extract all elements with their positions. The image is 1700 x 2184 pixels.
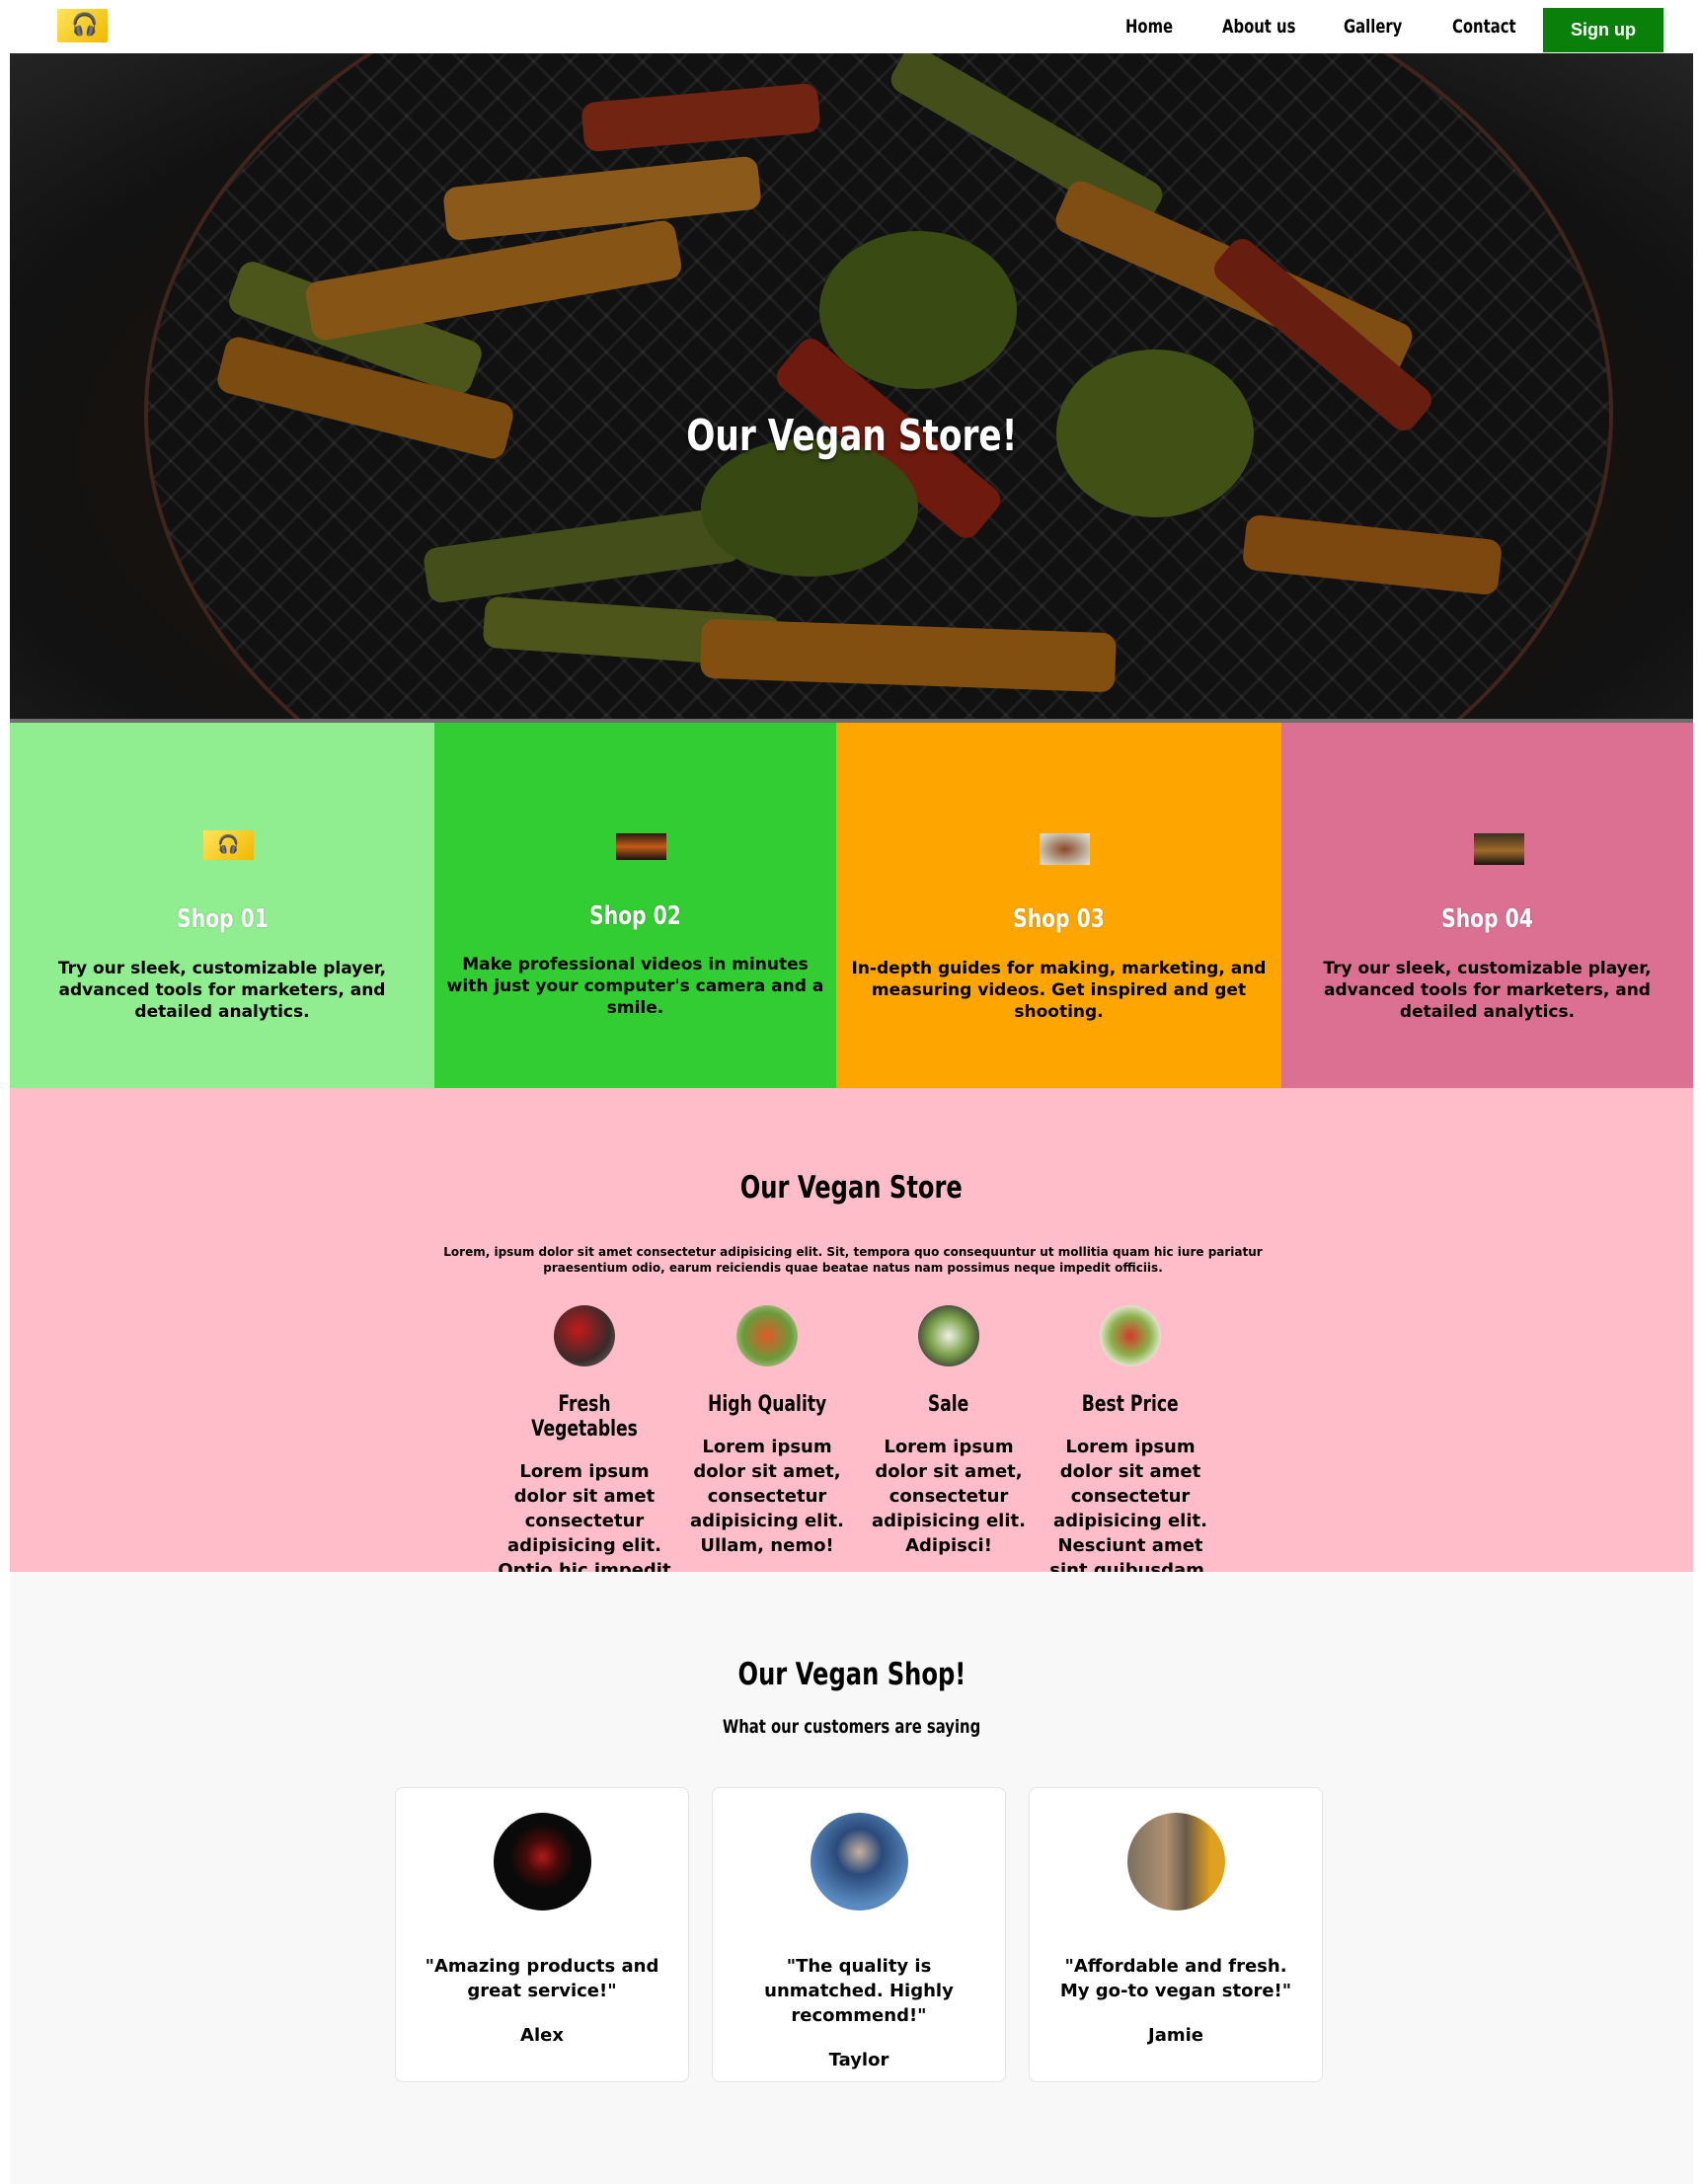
feature-description: Lorem ipsum dolor sit amet, consectetur …: [872, 1437, 1026, 1556]
shop-description: In-depth guides for making, marketing, a…: [851, 959, 1267, 1022]
testimonial-card: "Amazing products and great service!" Al…: [395, 1787, 689, 2082]
feature-high-quality: High Quality Lorem ipsum dolor sit amet,…: [678, 1305, 856, 1558]
shop-title: Shop 02: [589, 901, 681, 931]
feature-description: Lorem ipsum dolor sit amet, consectetur …: [690, 1437, 844, 1556]
logo[interactable]: 🎧: [57, 9, 108, 42]
testimonial-author: Jamie: [1148, 2025, 1203, 2046]
testimonial-card: "The quality is unmatched. Highly recomm…: [712, 1787, 1006, 2082]
shop-card-04: Shop 04 Try our sleek, customizable play…: [1281, 723, 1693, 1088]
testimonial-quote: "Amazing products and great service!": [425, 1956, 659, 2001]
nav-link-contact[interactable]: Contact: [1452, 16, 1534, 38]
section-lead: Lorem, ipsum dolor sit amet consectetur …: [443, 1245, 1263, 1275]
section-title: Our Vegan Store: [739, 1170, 964, 1206]
avatar: [493, 1813, 591, 1911]
section-title: Our Vegan Shop!: [737, 1657, 966, 1692]
features-section: Our Vegan Store Lorem, ipsum dolor sit a…: [10, 1088, 1693, 1630]
headphones-icon: 🎧: [71, 13, 99, 38]
avatar: [1126, 1813, 1225, 1911]
headphones-icon: 🎧: [203, 830, 254, 860]
shop-card-03: Shop 03 In-depth guides for making, mark…: [836, 723, 1281, 1088]
feature-title: High Quality: [707, 1392, 827, 1417]
feature-image: [736, 1305, 798, 1366]
section-subtitle: What our customers are saying: [722, 1716, 981, 1738]
food-bowl-thumbnail: [1040, 833, 1090, 865]
feature-title: Sale: [928, 1392, 969, 1417]
shop-title: Shop 03: [1013, 904, 1105, 934]
feature-image: [1100, 1305, 1161, 1366]
nav-link-about[interactable]: About us: [1222, 16, 1316, 38]
feature-description: Lorem ipsum dolor sit amet consectetur a…: [1049, 1437, 1211, 1581]
nav-link-home[interactable]: Home: [1125, 16, 1187, 38]
testimonials-section: Our Vegan Shop! What our customers are s…: [10, 1572, 1693, 2184]
avatar: [810, 1813, 908, 1911]
feature-image: [554, 1305, 615, 1366]
testimonial-quote: "Affordable and fresh. My go-to vegan st…: [1059, 1956, 1292, 2001]
feature-best-price: Best Price Lorem ipsum dolor sit amet co…: [1042, 1305, 1219, 1583]
shop-title: Shop 01: [176, 904, 269, 934]
silhouette-thumbnail: [1474, 833, 1524, 865]
testimonial-author: Taylor: [828, 2050, 889, 2070]
nav-link-gallery[interactable]: Gallery: [1344, 16, 1419, 38]
testimonial-author: Alex: [520, 2025, 564, 2046]
shop-description: Make professional videos in minutes with…: [446, 955, 824, 1018]
feature-sale: Sale Lorem ipsum dolor sit amet, consect…: [860, 1305, 1038, 1558]
signup-button[interactable]: Sign up: [1543, 8, 1663, 52]
shop-card-02: Shop 02 Make professional videos in minu…: [434, 723, 836, 1088]
testimonial-quote: "The quality is unmatched. Highly recomm…: [764, 1956, 954, 2026]
feature-image: [918, 1305, 979, 1366]
shop-description: Try our sleek, customizable player, adva…: [57, 959, 387, 1022]
shop-description: Try our sleek, customizable player, adva…: [1323, 959, 1652, 1022]
hero-banner: Our Vegan Store!: [10, 53, 1693, 721]
feature-title: Best Price: [1082, 1392, 1179, 1417]
shop-title: Shop 04: [1441, 904, 1533, 934]
hero-title: Our Vegan Store!: [685, 411, 1018, 461]
top-navbar: 🎧 Home About us Gallery Contact Sign up: [0, 0, 1700, 53]
shop-card-01: 🎧 Shop 01 Try our sleek, customizable pl…: [10, 723, 434, 1088]
testimonial-card: "Affordable and fresh. My go-to vegan st…: [1029, 1787, 1323, 2082]
feature-title: Fresh Vegetables: [531, 1392, 638, 1442]
sunset-thumbnail: [616, 833, 666, 860]
